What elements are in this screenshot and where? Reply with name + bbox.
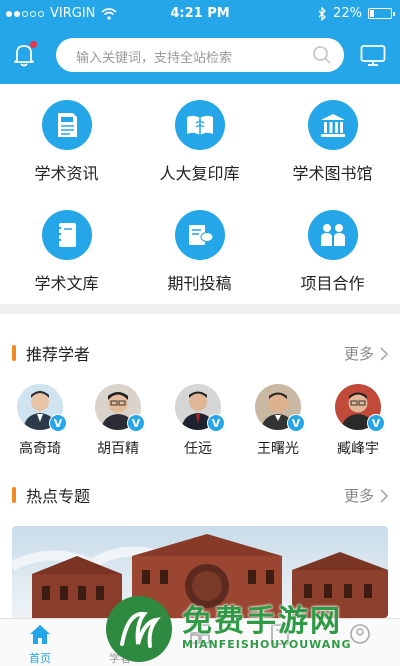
grid-item-reprint-library[interactable]: 人大复印库 xyxy=(133,100,266,184)
bottom-tab-bar: 首页 学者 xyxy=(0,618,400,666)
scholar-item[interactable]: V 王曙光 xyxy=(238,384,318,458)
scholar-name: 高奇琦 xyxy=(19,441,61,457)
grid-item-academic-collection[interactable]: 学术文库 xyxy=(0,210,133,294)
search-input[interactable]: 输入关键词，支持全站检索 xyxy=(56,38,344,72)
chevron-right-icon xyxy=(380,488,388,503)
battery-percent: 22% xyxy=(333,6,362,21)
recommended-scholars-header: 推荐学者 xyxy=(12,342,90,364)
document-chat-icon xyxy=(174,210,225,260)
verified-badge: V xyxy=(127,414,145,432)
notification-button[interactable] xyxy=(12,41,37,68)
avatar: V xyxy=(335,384,385,432)
grid-item-academic-news[interactable]: 学术资讯 xyxy=(0,100,133,184)
app-header: 输入关键词，支持全站检索 xyxy=(0,28,400,84)
more-scholars-link[interactable]: 更多 xyxy=(344,343,388,364)
tab-4[interactable] xyxy=(240,623,320,650)
grid-label: 人大复印库 xyxy=(159,164,240,183)
grid-item-project-cooperation[interactable]: 项目合作 xyxy=(266,210,399,294)
tab-home[interactable]: 首页 xyxy=(0,623,80,666)
avatar: V xyxy=(17,384,67,432)
scholar-list: V 高奇琦 V 胡百精 V 任远 V 王曙光 V 臧峰宇 xyxy=(0,384,400,464)
tab-label: 学者 xyxy=(109,652,131,665)
grid-icon xyxy=(190,624,210,644)
scholar-name: 任远 xyxy=(184,441,212,457)
verified-badge: V xyxy=(49,414,67,432)
home-icon xyxy=(30,625,50,644)
news-icon xyxy=(41,100,92,150)
notification-dot xyxy=(30,41,37,48)
more-label: 更多 xyxy=(343,345,374,363)
section-accent-bar xyxy=(12,487,16,503)
status-bar: VIRGIN 4:21 PM 22% xyxy=(0,0,400,28)
search-icon[interactable] xyxy=(312,45,332,65)
feature-grid: 学术资讯 人大复印库 学术图书馆 学术文库 期刊投稿 项目合作 xyxy=(0,84,400,304)
hot-topics-header: 热点专题 xyxy=(12,484,90,506)
battery-info: 22% xyxy=(317,6,395,21)
grid-label: 学术图书馆 xyxy=(292,164,373,183)
grid-label: 学术文库 xyxy=(34,274,99,293)
user-icon xyxy=(350,624,370,644)
scholar-name: 王曙光 xyxy=(257,441,299,457)
library-icon xyxy=(307,100,358,150)
scholar-item[interactable]: V 任远 xyxy=(158,384,238,458)
scholar-name: 胡百精 xyxy=(97,441,139,457)
topic-banner-image[interactable] xyxy=(12,526,388,618)
avatar: V xyxy=(255,384,305,432)
scholar-icon xyxy=(110,624,130,645)
tab-scholars[interactable]: 学者 xyxy=(80,623,160,666)
verified-badge: V xyxy=(207,414,225,432)
more-topics-link[interactable]: 更多 xyxy=(344,485,388,506)
chevron-right-icon xyxy=(380,346,388,361)
grid-label: 期刊投稿 xyxy=(167,274,232,293)
grid-label: 学术资讯 xyxy=(34,164,99,183)
monitor-icon[interactable] xyxy=(360,44,386,68)
section-divider xyxy=(0,304,400,314)
grid-label: 项目合作 xyxy=(300,274,365,293)
section-accent-bar xyxy=(12,345,16,361)
scholar-item[interactable]: V 高奇琦 xyxy=(0,384,80,458)
more-label: 更多 xyxy=(343,487,374,505)
grid-item-journal-submission[interactable]: 期刊投稿 xyxy=(133,210,266,294)
people-icon xyxy=(307,210,358,260)
scholar-name: 臧峰宇 xyxy=(337,441,379,457)
scholar-item[interactable]: V 胡百精 xyxy=(78,384,158,458)
scholar-item[interactable]: V 臧峰宇 xyxy=(318,384,398,458)
tab-label: 首页 xyxy=(29,652,51,665)
section-title: 推荐学者 xyxy=(26,345,91,364)
notebook-icon xyxy=(41,210,92,260)
avatar: V xyxy=(95,384,145,432)
bluetooth-icon xyxy=(318,6,327,21)
section-title: 热点专题 xyxy=(26,487,91,506)
battery-icon xyxy=(368,8,395,19)
tab-profile[interactable] xyxy=(320,623,400,650)
avatar: V xyxy=(175,384,225,432)
verified-badge: V xyxy=(367,414,385,432)
verified-badge: V xyxy=(287,414,305,432)
book-icon xyxy=(271,624,289,645)
grid-item-academic-library[interactable]: 学术图书馆 xyxy=(266,100,399,184)
book-open-icon xyxy=(174,100,225,150)
tab-3[interactable] xyxy=(160,623,240,650)
search-placeholder: 输入关键词，支持全站检索 xyxy=(76,51,233,66)
